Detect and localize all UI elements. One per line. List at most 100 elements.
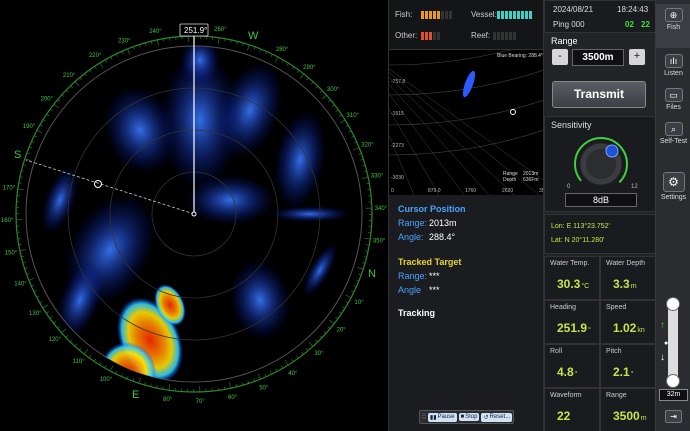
mini-y-tick: -1515 xyxy=(391,111,404,117)
compass-tick xyxy=(315,339,318,343)
depth-slider-track[interactable] xyxy=(666,297,680,388)
readout-title: Waveform xyxy=(550,392,582,399)
legend-vessel-label: Vessel: xyxy=(471,10,497,19)
compass-tick xyxy=(362,262,366,264)
degree-label: 260° xyxy=(214,27,227,33)
degree-label: 280° xyxy=(276,47,289,53)
tracked-angle-label: Angle xyxy=(398,285,422,295)
compass-tick xyxy=(353,285,357,287)
compass-tick xyxy=(348,130,352,133)
compass-tick xyxy=(286,63,289,66)
degree-label: 230° xyxy=(118,38,131,44)
readout-value: 251.9° xyxy=(557,321,591,335)
mini-y-tick: -3030 xyxy=(391,175,404,181)
degree-label: 70° xyxy=(196,399,206,405)
compass-tick xyxy=(301,351,304,355)
compass-tick xyxy=(242,42,244,46)
compass-S: S xyxy=(14,149,21,161)
readout-waveform: Waveform 22 xyxy=(544,388,600,431)
depth-value: 32m xyxy=(659,389,688,401)
compass-tick xyxy=(157,39,159,46)
sidebar-item-selftest[interactable]: ⌕ Self-Test xyxy=(656,122,690,145)
reset-button[interactable]: ↺ Reset... xyxy=(481,412,513,422)
compass-tick xyxy=(121,373,123,377)
depth-slider-top-handle[interactable] xyxy=(666,297,680,311)
readout-unit: m xyxy=(630,283,637,290)
compass-tick xyxy=(70,85,73,89)
slider-dot: ● xyxy=(664,340,669,347)
compass-tick xyxy=(61,328,67,334)
degree-label: 20° xyxy=(337,327,347,333)
readout-value: 3500m xyxy=(613,409,647,423)
sensitivity-knob[interactable]: 0 12 xyxy=(545,131,657,201)
compass-tick xyxy=(327,326,331,329)
compass-tick xyxy=(94,66,97,69)
readout-water-temp: Water Temp. 30.3°C xyxy=(544,256,600,300)
readout-title: Range xyxy=(606,392,627,399)
compass-N: N xyxy=(368,268,376,280)
readout-value: 1.02kn xyxy=(613,321,645,335)
range-decrease-button[interactable]: - xyxy=(552,49,568,65)
sidebar-item-fish[interactable]: ⊕ Fish xyxy=(656,4,690,48)
compass-tick xyxy=(19,249,26,251)
transmit-button[interactable]: Transmit xyxy=(552,81,646,108)
readout-pitch: Pitch 2.1° xyxy=(600,344,656,388)
mini-sector-view[interactable]: Blue Bearing: 288.4° Range 2013m Depth 6… xyxy=(348,39,565,196)
stop-button[interactable]: ■ Stop xyxy=(458,413,480,421)
compass-tick xyxy=(328,99,331,102)
readout-unit: kn xyxy=(637,327,645,334)
compass-tick xyxy=(50,108,53,112)
bearing-readout: 251.9° xyxy=(184,26,207,35)
pause-button[interactable]: ▮▮ Pause xyxy=(427,412,457,422)
readout-unit: °C xyxy=(581,283,590,290)
exit-button[interactable]: ⇥ xyxy=(665,410,682,423)
target-legend: Fish: Vessel: Other: Reef: xyxy=(389,0,544,50)
sonar-display[interactable]: 10° 20° 30° 40° 50° 60° 70° 80° 100° 110° 120° 130°… xyxy=(0,0,388,431)
compass-tick xyxy=(306,77,309,81)
gear-icon: ⚙ xyxy=(662,172,685,192)
cursor-position-title: Cursor Position xyxy=(398,204,466,214)
mini-depth-value: 636Fm xyxy=(523,177,539,183)
degree-label: 340° xyxy=(375,206,388,212)
sidebar-item-settings[interactable]: ⚙ Settings xyxy=(656,172,690,201)
sidebar-item-files[interactable]: ▭ Files xyxy=(656,88,690,111)
readout-value: 30.3°C xyxy=(557,277,590,291)
compass-tick xyxy=(121,51,124,55)
degree-label: 50° xyxy=(259,386,269,392)
compass-tick xyxy=(24,158,31,161)
mini-x-tick: 0 xyxy=(391,188,394,194)
compass-E: E xyxy=(132,389,139,401)
readout-unit: ° xyxy=(588,327,591,334)
cursor-angle-label: Angle: xyxy=(398,232,424,242)
compass-tick xyxy=(84,73,87,77)
tracking-title: Tracking xyxy=(398,308,436,318)
depth-slider-bottom-handle[interactable] xyxy=(666,374,680,388)
compass-tick xyxy=(115,53,118,57)
readout-title: Heading xyxy=(550,304,577,311)
status-bar: 2024/08/21 18:24:43 Ping 000 02 22 xyxy=(544,0,656,33)
range-increase-button[interactable]: + xyxy=(629,49,645,65)
sensitivity-panel: Sensitivity 0 12 8dB xyxy=(544,116,656,212)
readout-heading: Heading 251.9° xyxy=(544,300,600,344)
compass-tick xyxy=(17,188,24,191)
compass-tick xyxy=(36,129,43,134)
mini-sector-plot[interactable]: Blue Bearing: 288.4° Range 2013m Depth 6… xyxy=(348,39,565,196)
degree-label: 330° xyxy=(371,173,384,179)
range-value-field[interactable]: 3500m xyxy=(572,49,624,66)
up-arrow-icon: ↑ xyxy=(660,320,665,331)
mini-x-tick: 2620 xyxy=(502,188,513,194)
compass-tick xyxy=(257,373,261,380)
sens-min: 0 xyxy=(567,184,571,190)
sensitivity-label: Sensitivity xyxy=(551,120,592,130)
sidebar-item-listen[interactable]: ıIı Listen xyxy=(656,54,690,77)
grid-icon[interactable]: ⁞⁞ xyxy=(422,414,426,421)
compass-tick xyxy=(57,326,60,329)
degree-label: 100° xyxy=(100,377,113,383)
pause-icon: ▮▮ xyxy=(429,414,437,421)
compass-tick xyxy=(299,73,305,79)
tracked-range-value: *** xyxy=(429,271,440,281)
reset-icon: ↺ xyxy=(483,414,489,421)
compass-tick xyxy=(351,290,354,293)
compass-tick xyxy=(88,355,92,358)
sonar-plot[interactable]: 10° 20° 30° 40° 50° 60° 70° 80° 100° 110° 120° 130°… xyxy=(0,0,388,431)
